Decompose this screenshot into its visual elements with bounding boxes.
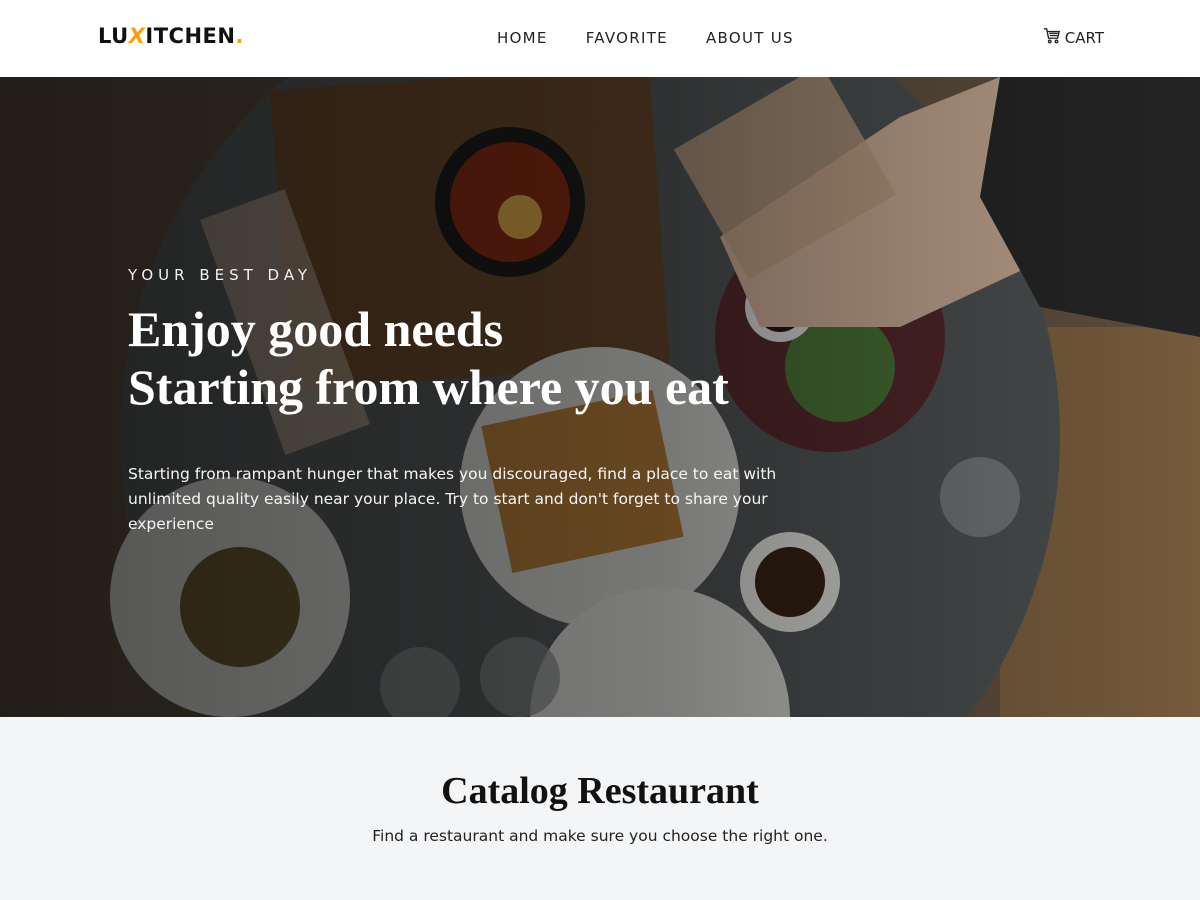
catalog-subtitle: Find a restaurant and make sure you choo… bbox=[372, 827, 828, 845]
site-header: LUXITCHEN. HOME FAVORITE ABOUT US CART bbox=[0, 0, 1200, 77]
catalog-title: Catalog Restaurant bbox=[441, 770, 759, 812]
hero-section: YOUR BEST DAY Enjoy good needs Starting … bbox=[0, 77, 1200, 717]
logo-text-x: X bbox=[128, 24, 146, 48]
hero-eyebrow: YOUR BEST DAY bbox=[128, 266, 313, 284]
brand-logo[interactable]: LUXITCHEN. bbox=[98, 22, 244, 50]
nav-item-home[interactable]: HOME bbox=[497, 28, 548, 48]
cart-link[interactable]: CART bbox=[1043, 27, 1104, 49]
cart-label: CART bbox=[1064, 29, 1104, 47]
logo-text-prefix: LU bbox=[98, 24, 129, 48]
nav-item-about-us[interactable]: ABOUT US bbox=[706, 28, 794, 48]
logo-dot: . bbox=[235, 24, 244, 48]
cart-icon bbox=[1043, 27, 1061, 49]
logo-text-suffix: ITCHEN bbox=[145, 24, 236, 48]
hero-content: YOUR BEST DAY Enjoy good needs Starting … bbox=[128, 266, 828, 537]
nav-item-favorite[interactable]: FAVORITE bbox=[586, 28, 668, 48]
hero-headline-line-1: Enjoy good needs bbox=[128, 301, 504, 357]
catalog-section: Catalog Restaurant Find a restaurant and… bbox=[0, 717, 1200, 900]
hero-description: Starting from rampant hunger that makes … bbox=[128, 465, 777, 533]
hero-headline-line-2: Starting from where you eat bbox=[128, 359, 729, 415]
main-nav: HOME FAVORITE ABOUT US bbox=[497, 28, 794, 48]
hero-headline: Enjoy good needs Starting from where you… bbox=[128, 300, 828, 416]
